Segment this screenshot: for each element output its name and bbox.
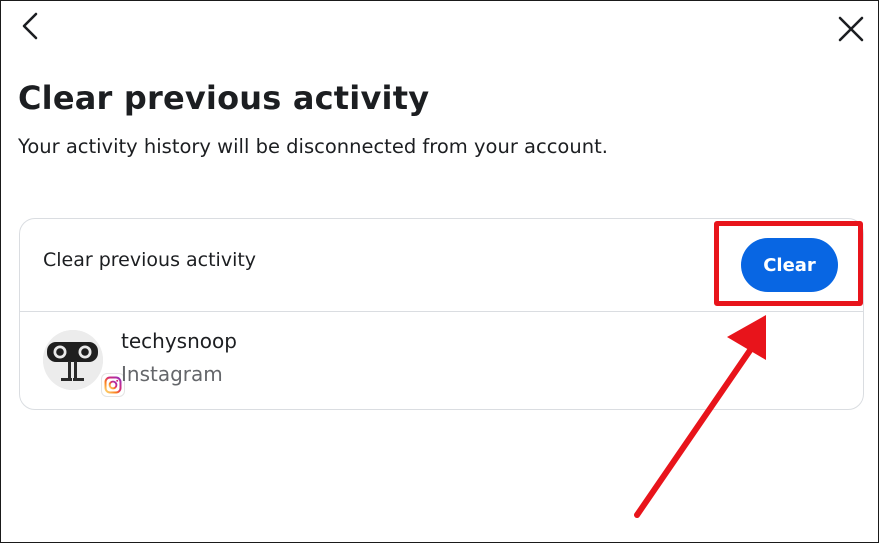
annotation-highlight-box bbox=[714, 221, 863, 306]
chevron-left-icon bbox=[22, 12, 38, 40]
page-subtitle: Your activity history will be disconnect… bbox=[18, 135, 608, 158]
account-platform: Instagram bbox=[121, 362, 223, 386]
close-icon bbox=[838, 16, 864, 42]
back-button[interactable] bbox=[15, 11, 47, 43]
account-username: techysnoop bbox=[121, 329, 237, 353]
page-title: Clear previous activity bbox=[18, 79, 430, 117]
close-button[interactable] bbox=[833, 11, 869, 47]
account-row: techysnoop Instagram bbox=[20, 312, 863, 408]
avatar bbox=[43, 330, 103, 390]
dialog: Clear previous activity Your activity hi… bbox=[0, 0, 879, 543]
card-header-label: Clear previous activity bbox=[43, 249, 257, 271]
